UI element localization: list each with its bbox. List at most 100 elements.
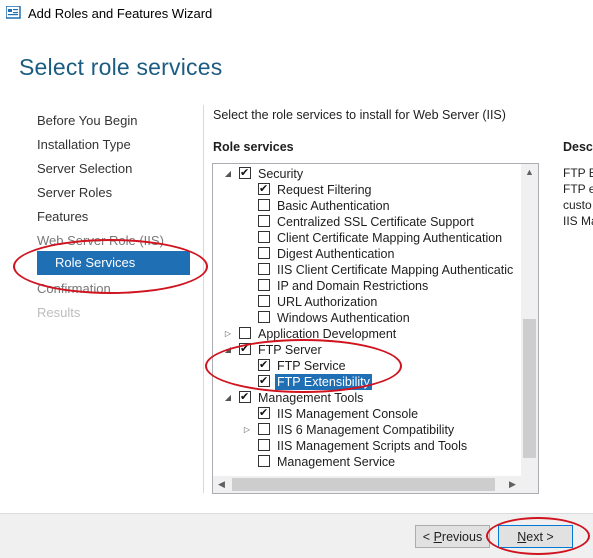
tree-row-label: Management Tools <box>258 391 364 405</box>
nav-item-server-selection[interactable]: Server Selection <box>37 161 132 176</box>
tree-row-checkbox[interactable] <box>258 405 270 421</box>
tree-row-label: Security <box>258 167 304 181</box>
tree-row-checkbox[interactable] <box>258 199 270 211</box>
tree-row[interactable]: Digest Authentication <box>213 246 521 262</box>
window-title: Add Roles and Features Wizard <box>28 6 213 21</box>
nav-item-features[interactable]: Features <box>37 209 88 224</box>
tree-row-checkbox[interactable] <box>258 311 270 323</box>
collapse-triangle-icon[interactable]: ◢ <box>223 166 233 182</box>
nav-item-results: Results <box>37 305 81 320</box>
tree-row[interactable]: ◢ Management Tools <box>213 389 521 406</box>
tree-row-checkbox[interactable] <box>258 231 270 243</box>
nav-item-role-services-label: Role Services <box>55 255 136 270</box>
tree-row[interactable]: Client Certificate Mapping Authenticatio… <box>213 230 521 246</box>
tree-row-label: Application Development <box>258 327 397 341</box>
collapse-triangle-icon[interactable]: ◢ <box>223 390 233 406</box>
tree-row-label: IIS Management Console <box>277 407 419 421</box>
page-title: Select role services <box>19 54 223 80</box>
tree-row-label: Basic Authentication <box>277 199 390 213</box>
nav-item-role-services[interactable]: Role Services <box>37 251 190 275</box>
tree-row[interactable]: ▷ Application Development <box>213 326 521 342</box>
nav-item-server-roles[interactable]: Server Roles <box>37 185 112 200</box>
tree-row[interactable]: Centralized SSL Certificate Support <box>213 214 521 230</box>
tree-row[interactable]: Request Filtering <box>213 181 521 198</box>
tree-row-checkbox[interactable] <box>239 341 251 357</box>
tree-row-label: IP and Domain Restrictions <box>277 279 429 293</box>
instruction-text: Select the role services to install for … <box>213 108 506 122</box>
tree-row-checkbox[interactable] <box>258 423 270 435</box>
wizard-footer: < Previous Next > <box>0 513 593 558</box>
tree-row[interactable]: FTP Extensibility <box>213 373 521 390</box>
tree-row[interactable]: Basic Authentication <box>213 198 521 214</box>
vertical-scroll-thumb[interactable] <box>523 319 536 458</box>
tree-row-checkbox[interactable] <box>258 247 270 259</box>
nav-item-installation-type[interactable]: Installation Type <box>37 137 131 152</box>
next-button[interactable]: Next > <box>498 525 573 548</box>
tree-row-checkbox[interactable] <box>239 389 251 405</box>
tree-row-checkbox[interactable] <box>258 295 270 307</box>
tree-row-label: IIS Management Scripts and Tools <box>277 439 468 453</box>
previous-button[interactable]: < Previous <box>415 525 490 548</box>
nav-item-web-server-role[interactable]: Web Server Role (IIS) <box>37 233 164 248</box>
tree-row-checkbox[interactable] <box>258 357 270 373</box>
tree-row-label: Centralized SSL Certificate Support <box>277 215 474 229</box>
horizontal-scrollbar[interactable]: ◀ ▶ <box>213 476 521 493</box>
tree-row-checkbox[interactable] <box>239 327 251 339</box>
tree-row-label: Digest Authentication <box>277 247 395 261</box>
next-button-mnemonic: N <box>517 530 527 544</box>
nav-divider <box>203 105 204 493</box>
vertical-scrollbar[interactable]: ▲ ▼ <box>521 164 538 493</box>
tree-row[interactable]: ◢ Security <box>213 165 521 182</box>
role-services-tree[interactable]: ◢ Security Request Filtering Basic Authenti… <box>212 163 539 494</box>
scroll-left-icon[interactable]: ◀ <box>213 476 230 493</box>
wizard-app-icon <box>6 6 21 19</box>
tree-row-label: URL Authorization <box>277 295 378 309</box>
tree-row[interactable]: IP and Domain Restrictions <box>213 278 521 294</box>
tree-row[interactable]: URL Authorization <box>213 294 521 310</box>
tree-row[interactable]: IIS Management Console <box>213 405 521 422</box>
nav-item-confirmation[interactable]: Confirmation <box>37 281 111 296</box>
tree-row-checkbox[interactable] <box>258 279 270 291</box>
tree-row-checkbox[interactable] <box>239 165 251 181</box>
tree-row-label: Management Service <box>277 455 396 469</box>
tree-row[interactable]: ◢ FTP Server <box>213 341 521 358</box>
tree-row-label: FTP Service <box>277 359 346 373</box>
description-line: FTP ex <box>563 182 593 196</box>
tree-row-checkbox[interactable] <box>258 439 270 451</box>
tree-row-label: FTP Extensibility <box>275 374 372 390</box>
scroll-up-icon[interactable]: ▲ <box>521 164 538 181</box>
next-button-label: ext > <box>526 530 554 544</box>
expand-triangle-icon[interactable]: ▷ <box>242 422 252 438</box>
role-services-heading: Role services <box>213 140 294 154</box>
tree-row-label: FTP Server <box>258 343 322 357</box>
scrollbar-corner <box>521 476 538 493</box>
expand-triangle-icon[interactable]: ▷ <box>223 326 233 342</box>
scroll-right-icon[interactable]: ▶ <box>504 476 521 493</box>
tree-row-checkbox[interactable] <box>258 455 270 467</box>
tree-row-checkbox[interactable] <box>258 215 270 227</box>
description-line: FTP Ex <box>563 166 593 180</box>
tree-row[interactable]: ▷ IIS 6 Management Compatibility <box>213 422 521 438</box>
description-line: IIS Ma <box>563 214 593 228</box>
nav-item-before-you-begin[interactable]: Before You Begin <box>37 113 137 128</box>
previous-button-label: revious <box>441 530 483 544</box>
tree-row-label: IIS Client Certificate Mapping Authentic… <box>277 263 514 277</box>
horizontal-scroll-thumb[interactable] <box>232 478 495 491</box>
collapse-triangle-icon[interactable]: ◢ <box>223 342 233 358</box>
tree-row-label: Request Filtering <box>277 183 372 197</box>
tree-row[interactable]: IIS Client Certificate Mapping Authentic… <box>213 262 521 278</box>
title-bar: Add Roles and Features Wizard <box>0 0 593 28</box>
tree-row-checkbox[interactable] <box>258 373 270 389</box>
previous-button-mnemonic: P <box>433 530 442 544</box>
tree-row[interactable]: FTP Service <box>213 357 521 374</box>
tree-row-checkbox[interactable] <box>258 181 270 197</box>
tree-row-label: Client Certificate Mapping Authenticatio… <box>277 231 503 245</box>
tree-row[interactable]: Management Service <box>213 454 521 470</box>
tree-row[interactable]: Windows Authentication <box>213 310 521 326</box>
description-line: custo <box>563 198 592 212</box>
tree-row[interactable]: IIS Management Scripts and Tools <box>213 438 521 454</box>
previous-button-prefix: < <box>422 530 434 544</box>
description-text: FTP Ex FTP ex custo IIS Ma <box>563 165 593 229</box>
description-heading: Descr <box>563 140 593 154</box>
tree-row-checkbox[interactable] <box>258 263 270 275</box>
